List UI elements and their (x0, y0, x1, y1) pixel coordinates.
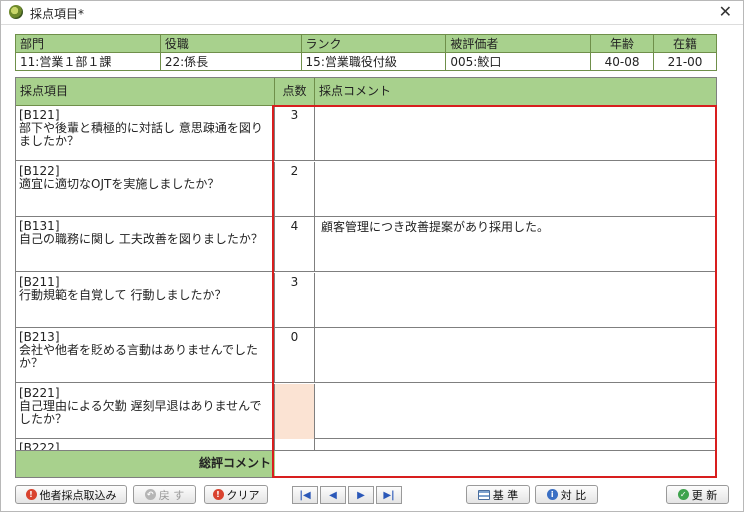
last-record-button[interactable]: ▶| (376, 486, 402, 504)
table-icon (477, 489, 490, 500)
column-header-item: 採点項目 (16, 78, 275, 106)
table-row[interactable]: [B131] 自己の職務に関し 工夫改善を図りましたか？ 4 顧客管理につき改善提… (16, 217, 716, 272)
score-cell-active[interactable] (275, 384, 315, 439)
compare-button[interactable]: i 対 比 (535, 485, 598, 504)
import-other-scores-button[interactable]: ! 他者採点取込み (15, 485, 127, 504)
item-text: 部下や後輩と積極的に対話し 意思疎通を図りましたか？ (19, 121, 263, 148)
previous-icon: ◀ (329, 489, 337, 501)
table-row[interactable]: [B213] 会社や他者を貶める言動はありませんでしたか？ 0 (16, 328, 716, 383)
item-cell: [B122] 適宜に適切なOJTを実施しましたか？ (16, 162, 275, 217)
header-department: 部門 (15, 34, 161, 53)
header-tenure: 在籍 (653, 34, 717, 53)
summary-label: 総評コメント (198, 456, 271, 470)
score-cell[interactable] (275, 439, 315, 450)
tenure-value: 21-00 (653, 52, 717, 71)
table-row[interactable]: [B121] 部下や後輩と積極的に対話し 意思疎通を図りましたか？ 3 (16, 106, 716, 161)
summary-comment-field[interactable] (275, 451, 716, 477)
comment-cell[interactable] (315, 162, 716, 217)
score-cell[interactable]: 3 (275, 273, 315, 328)
summary-row: 総評コメント (15, 451, 717, 478)
score-cell[interactable]: 3 (275, 106, 315, 161)
score-cell[interactable]: 2 (275, 162, 315, 217)
comment-cell[interactable] (315, 439, 716, 450)
item-cell: [B222] (16, 439, 275, 451)
previous-record-button[interactable]: ◀ (320, 486, 346, 504)
update-label: 更 新 (691, 488, 718, 502)
undo-label: 戻 す (158, 488, 185, 502)
close-button[interactable]: ✕ (719, 2, 732, 21)
item-text: 会社や他者を貶める言動はありませんでしたか？ (19, 343, 259, 370)
header-age: 年齢 (590, 34, 655, 53)
column-header-score: 点数 (275, 78, 315, 106)
item-text: 行動規範を自覚して 行動しましたか？ (19, 288, 227, 302)
header-evaluee: 被評価者 (445, 34, 592, 53)
header-rank: ランク (300, 34, 447, 53)
position-value: 22:係長 (159, 52, 302, 71)
item-cell: [B131] 自己の職務に関し 工夫改善を図りましたか？ (16, 217, 275, 272)
item-text: 自己の職務に関し 工夫改善を図りましたか？ (19, 232, 263, 246)
table-row[interactable]: [B211] 行動規範を自覚して 行動しましたか？ 3 (16, 273, 716, 328)
evaluee-info-table: 部門 役職 ランク 被評価者 年齢 在籍 11:営業１部１課 22:係長 15:… (15, 34, 717, 71)
compare-label: 対 比 (560, 488, 587, 502)
info-icon: i (546, 489, 558, 500)
comment-cell[interactable] (315, 384, 716, 439)
import-label: 他者採点取込み (39, 488, 117, 502)
clear-label: クリア (226, 488, 260, 502)
check-icon: ✓ (677, 489, 689, 500)
evaluee-value: 005:鮫口 (445, 52, 592, 71)
grid-header: 採点項目 点数 採点コメント (16, 78, 716, 106)
table-row[interactable]: [B122] 適宜に適切なOJTを実施しましたか？ 2 (16, 162, 716, 217)
comment-cell[interactable]: 顧客管理につき改善提案があり採用した。 (315, 217, 716, 272)
clear-button[interactable]: ! クリア (204, 485, 268, 504)
header-position: 役職 (159, 34, 302, 53)
standard-label: 基 準 (492, 488, 519, 502)
undo-button[interactable]: ↶ 戻 す (133, 485, 196, 504)
item-cell: [B211] 行動規範を自覚して 行動しましたか？ (16, 273, 275, 328)
update-button[interactable]: ✓ 更 新 (666, 485, 729, 504)
score-cell[interactable]: 0 (275, 328, 315, 383)
comment-cell[interactable] (315, 328, 716, 383)
rank-value: 15:営業職役付級 (300, 52, 447, 71)
item-text: 適宜に適切なOJTを実施しましたか？ (19, 177, 220, 191)
next-record-button[interactable]: ▶ (348, 486, 374, 504)
standard-button[interactable]: 基 準 (466, 485, 530, 504)
vertical-scrollbar[interactable]: ▲ ▼ (716, 106, 717, 451)
first-record-button[interactable]: |◀ (292, 486, 318, 504)
title-bar: 採点項目* ✕ (0, 0, 744, 25)
next-icon: ▶ (357, 489, 365, 501)
department-value: 11:営業１部１課 (15, 52, 161, 71)
comment-cell[interactable] (315, 106, 716, 161)
item-cell: [B221] 自己理由による欠勤 遅刻早退はありませんでしたか？ (16, 384, 275, 439)
first-icon: |◀ (299, 489, 311, 501)
app-icon (9, 5, 23, 19)
item-text: 自己理由による欠勤 遅刻早退はありませんでしたか？ (19, 399, 262, 426)
alert-icon: ! (25, 489, 37, 500)
column-header-comment: 採点コメント (319, 84, 392, 98)
last-icon: ▶| (383, 489, 395, 501)
age-value: 40-08 (590, 52, 655, 71)
score-cell[interactable]: 4 (275, 217, 315, 272)
undo-icon: ↶ (144, 489, 156, 500)
item-cell: [B213] 会社や他者を貶める言動はありませんでしたか？ (16, 328, 275, 383)
alert-icon: ! (212, 489, 224, 500)
table-row[interactable]: [B222] (16, 439, 716, 451)
item-cell: [B121] 部下や後輩と積極的に対話し 意思疎通を図りましたか？ (16, 106, 275, 161)
table-row[interactable]: [B221] 自己理由による欠勤 遅刻早退はありませんでしたか？ (16, 384, 716, 439)
comment-cell[interactable] (315, 273, 716, 328)
window-title: 採点項目* (30, 7, 85, 21)
scoring-grid: 採点項目 点数 採点コメント [B121] 部下や後輩と積極的に対話し 意思疎通を… (15, 77, 717, 451)
item-code: [B222] (19, 441, 60, 451)
